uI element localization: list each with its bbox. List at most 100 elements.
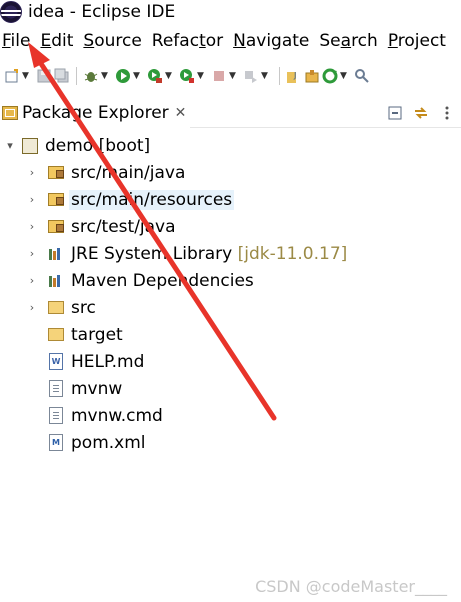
search-icon[interactable] [354, 68, 370, 84]
menu-source-rest: ource [94, 31, 142, 51]
java-perspective-icon[interactable]: J [286, 68, 302, 84]
run-icon[interactable] [115, 68, 131, 84]
library-icon [48, 246, 64, 262]
tree-node-label: src/test/java [71, 216, 176, 237]
tree-node-maven-dependencies[interactable]: › Maven Dependencies [0, 267, 461, 294]
menu-refactor-rest: or [205, 31, 224, 51]
save-all-icon[interactable] [54, 68, 70, 84]
run-dropdown-chevron-icon[interactable]: ▼ [133, 71, 141, 81]
main-toolbar: ▼ ▼ ▼ ▼ ▼ ▼ ▼ J ▼ [0, 62, 461, 90]
tree-node-project[interactable]: ▾ demo [boot] [0, 132, 461, 159]
coverage-icon[interactable] [147, 68, 163, 84]
menu-edit-rest: dit [51, 31, 74, 51]
package-explorer-icon [2, 105, 18, 120]
collapsed-chevron-icon[interactable]: › [26, 166, 38, 179]
menu-refactor-pre: Refac [151, 31, 200, 51]
stop-icon[interactable] [211, 68, 227, 84]
collapsed-chevron-icon[interactable]: › [26, 220, 38, 233]
source-folder-icon [48, 165, 64, 181]
collapsed-chevron-icon[interactable]: › [26, 193, 38, 206]
tree-node-src-main-resources[interactable]: › src/main/resources [0, 186, 461, 213]
tree-node-label: mvnw.cmd [71, 405, 163, 426]
collapsed-chevron-icon[interactable]: › [26, 247, 38, 260]
tree-node-mvnw[interactable]: mvnw [0, 375, 461, 402]
svg-text:J: J [293, 71, 296, 80]
tree-node-pom-xml[interactable]: M pom.xml [0, 429, 461, 456]
tree-node-label: HELP.md [71, 351, 145, 372]
external-tools-icon[interactable] [179, 68, 195, 84]
collapsed-chevron-icon[interactable]: › [26, 274, 38, 287]
source-folder-icon [48, 219, 64, 235]
collapsed-chevron-icon[interactable]: › [26, 301, 38, 314]
stop-dropdown-chevron-icon[interactable]: ▼ [229, 71, 237, 81]
jre-version-decoration: [jdk-11.0.17] [237, 243, 348, 264]
collapse-all-icon[interactable] [387, 105, 403, 121]
close-icon[interactable]: ✕ [175, 105, 187, 121]
new-icon[interactable] [4, 68, 20, 84]
menu-file-mnemonic: F [2, 31, 11, 51]
tree-node-label: Maven Dependencies [71, 270, 254, 291]
menu-search[interactable]: Search [316, 31, 384, 51]
menu-navigate-rest: avigate [245, 31, 310, 51]
external-tools-dropdown-chevron-icon[interactable]: ▼ [197, 71, 205, 81]
debug-icon[interactable] [83, 68, 99, 84]
menu-search-pre: Se [319, 31, 341, 51]
menu-source[interactable]: Source [80, 31, 148, 51]
project-tree: ▾ demo [boot] › src/main/java › src/main… [0, 132, 461, 456]
tree-node-label: src/main/resources [69, 189, 235, 210]
view-menu-icon[interactable] [439, 105, 455, 121]
tree-node-label: src/main/java [71, 162, 186, 183]
tree-node-src[interactable]: › src [0, 294, 461, 321]
refresh-icon[interactable] [322, 68, 338, 84]
terminate-icon[interactable] [243, 68, 259, 84]
save-icon[interactable] [36, 68, 52, 84]
new-dropdown-chevron-icon[interactable]: ▼ [22, 71, 30, 81]
toolbar-separator [76, 67, 77, 85]
watermark: CSDN @codeMaster____ [255, 577, 447, 596]
tree-node-label: pom.xml [71, 432, 146, 453]
tree-node-label: target [71, 324, 123, 345]
toolbar-separator [279, 67, 280, 85]
tree-node-label: demo [boot] [45, 135, 151, 156]
menu-navigate-mnemonic: N [233, 31, 246, 51]
tree-node-src-main-java[interactable]: › src/main/java [0, 159, 461, 186]
tree-node-src-test-java[interactable]: › src/test/java [0, 213, 461, 240]
menu-project-rest: roject [397, 31, 446, 51]
view-toolbar [387, 105, 461, 121]
coverage-dropdown-chevron-icon[interactable]: ▼ [165, 71, 173, 81]
refresh-dropdown-chevron-icon[interactable]: ▼ [340, 71, 348, 81]
tab-package-explorer[interactable]: Package Explorer ✕ [0, 97, 191, 128]
menu-search-mnemonic: a [340, 31, 352, 51]
menu-refactor[interactable]: Refactor [149, 31, 230, 51]
menu-edit[interactable]: Edit [37, 31, 80, 51]
terminate-dropdown-chevron-icon[interactable]: ▼ [261, 71, 269, 81]
link-with-editor-icon[interactable] [413, 105, 429, 121]
open-type-icon[interactable] [304, 68, 320, 84]
library-icon [48, 273, 64, 289]
tree-node-jre-library[interactable]: › JRE System Library [jdk-11.0.17] [0, 240, 461, 267]
menu-project-mnemonic: P [387, 31, 398, 51]
folder-icon [48, 300, 64, 316]
menu-source-mnemonic: S [83, 31, 95, 51]
menu-file[interactable]: File [0, 31, 37, 51]
eclipse-icon [0, 1, 22, 23]
menu-navigate[interactable]: Navigate [230, 31, 316, 51]
file-icon [48, 380, 64, 397]
expanded-chevron-icon[interactable]: ▾ [4, 139, 16, 152]
tree-node-mvnw-cmd[interactable]: mvnw.cmd [0, 402, 461, 429]
menu-refactor-mnemonic: t [199, 31, 206, 51]
file-icon [48, 407, 64, 424]
title-bar: idea - Eclipse IDE [0, 0, 461, 24]
tree-node-label: src [71, 297, 96, 318]
debug-dropdown-chevron-icon[interactable]: ▼ [101, 71, 109, 81]
tree-node-label: JRE System Library [jdk-11.0.17] [69, 244, 349, 264]
tree-node-label: mvnw [71, 378, 123, 399]
tree-node-help-md[interactable]: W HELP.md [0, 348, 461, 375]
window-title: idea - Eclipse IDE [28, 2, 176, 22]
tab-package-explorer-label: Package Explorer [22, 102, 169, 123]
pom-file-icon: M [48, 434, 64, 451]
folder-icon [48, 327, 64, 343]
menu-search-rest: rch [351, 31, 378, 51]
tree-node-target[interactable]: target [0, 321, 461, 348]
menu-project[interactable]: Project [385, 31, 453, 51]
